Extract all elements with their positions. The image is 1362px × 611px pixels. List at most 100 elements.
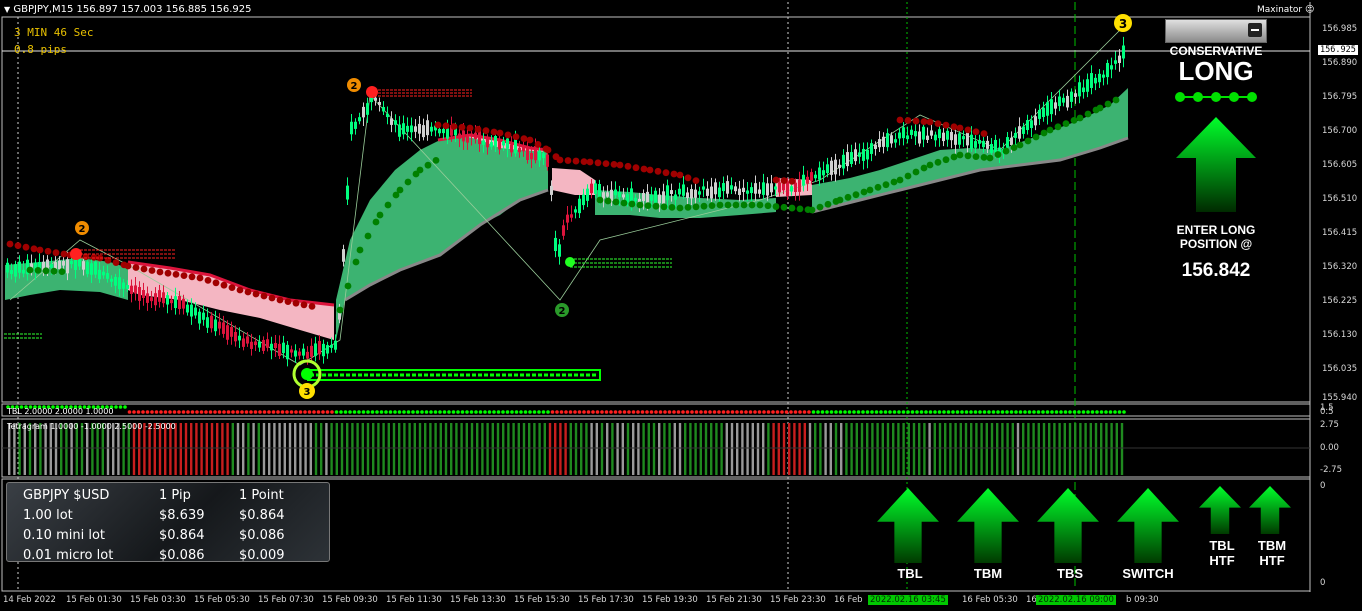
tbl-dot	[784, 410, 789, 414]
tbl-dot	[190, 410, 195, 414]
trend-dot	[52, 249, 60, 257]
candle-body	[966, 132, 969, 146]
tetragram-bar	[1068, 423, 1072, 475]
tbl-dot	[496, 410, 501, 414]
minimize-button[interactable]	[1248, 23, 1262, 37]
tbl-dot	[744, 410, 748, 414]
bottom-axis-top: 0	[1320, 481, 1326, 491]
candle-body	[58, 260, 61, 270]
tbl-dot	[1122, 410, 1126, 414]
smiley-icon: ☺	[1304, 5, 1315, 15]
trend-dot	[956, 151, 964, 159]
tbl-dot	[1005, 410, 1009, 414]
tetragram-bar	[975, 423, 978, 475]
trend-dot	[740, 201, 748, 209]
candle-body	[174, 296, 177, 309]
trend-dot	[950, 153, 958, 161]
tetragram-bar	[361, 423, 364, 475]
time-tick-label: 15 Feb 05:30	[194, 595, 250, 605]
trend-dot	[34, 267, 42, 274]
candle-body	[1074, 93, 1077, 97]
tetragram-bar	[564, 423, 567, 475]
tetragram-bar	[1074, 423, 1077, 475]
trend-dot	[890, 178, 898, 186]
dropdown-icon[interactable]: ▼	[4, 5, 10, 14]
candle-body	[366, 103, 369, 115]
candle-body	[66, 259, 69, 274]
candle-body	[630, 188, 633, 203]
pip-table-row: 0.10 mini lot $0.864 $0.086	[23, 526, 319, 546]
trend-dot	[458, 123, 466, 131]
tbl-dot	[429, 410, 433, 414]
tetragram-bar	[647, 423, 650, 475]
trend-dot	[764, 202, 772, 210]
candle-body	[294, 350, 297, 357]
tetragram-bar	[616, 423, 619, 475]
candle-body	[746, 190, 749, 194]
trend-dot	[276, 296, 284, 304]
candle-body	[710, 186, 713, 199]
tetragram-bar	[632, 423, 635, 475]
tbl-dot	[478, 410, 483, 414]
trend-dot	[926, 118, 934, 126]
tbl-dot	[271, 410, 276, 414]
pip-value-panel: GBPJPY $USD 1 Pip 1 Point 1.00 lot $8.63…	[6, 482, 330, 563]
tetragram-bar	[1016, 423, 1020, 475]
tetragram-bar	[377, 423, 380, 475]
candle-body	[1110, 65, 1113, 70]
candle-body	[794, 182, 797, 193]
trend-dot	[1016, 141, 1024, 149]
tbl-dot	[874, 410, 879, 414]
trend-dot	[344, 282, 352, 290]
price-tick-label: 156.225	[1322, 296, 1358, 306]
candle-body	[318, 340, 321, 355]
candle-body	[670, 190, 673, 194]
time-tick-label: 15 Feb 17:30	[578, 595, 634, 605]
tbl-dot	[519, 410, 523, 414]
trend-dot	[632, 164, 640, 172]
candle-body	[222, 322, 225, 334]
tetragram-bar	[288, 423, 292, 475]
candle-body	[130, 285, 133, 294]
tetragram-bar	[195, 423, 198, 475]
up-arrow-icon	[1249, 486, 1291, 534]
trend-dot	[912, 168, 920, 176]
time-tick-label: 15 Feb 21:30	[706, 595, 762, 605]
candle-body	[246, 336, 249, 344]
candle-body	[210, 315, 213, 329]
tbl-dot	[892, 410, 897, 414]
candle-body	[1014, 132, 1017, 138]
candle-body	[1018, 126, 1021, 139]
tetragram-bar	[268, 423, 271, 475]
candle-body	[714, 182, 717, 195]
tbl-dot	[919, 410, 924, 414]
tbl-dot	[775, 410, 780, 414]
tbl-dot	[672, 410, 676, 414]
tetragram-bar	[990, 423, 994, 475]
trend-dot	[934, 120, 942, 127]
trend-dot	[942, 156, 950, 164]
dashboard-minimize-bar[interactable]	[1165, 19, 1267, 43]
tetragram-bar	[434, 423, 437, 475]
tetragram-bar	[933, 423, 936, 475]
trend-dot	[252, 290, 260, 298]
tetragram-bar	[216, 423, 219, 475]
tetragram-bar	[460, 423, 463, 475]
tetragram-bar	[756, 423, 760, 475]
up-arrow-icon	[877, 488, 939, 563]
tbl-dot	[1099, 410, 1104, 414]
tbl-dot	[888, 410, 892, 414]
tbl-dot	[649, 410, 654, 414]
trend-dot	[482, 127, 490, 135]
tbl-dot	[1117, 410, 1122, 414]
trend-dot	[964, 152, 972, 160]
candle-body	[910, 129, 913, 135]
trend-dot	[396, 186, 404, 194]
candle-body	[858, 152, 861, 157]
tbl-dot	[213, 410, 217, 414]
candle-body	[214, 319, 217, 332]
candle-body	[894, 139, 897, 143]
candle-body	[598, 183, 601, 199]
tbl-dot	[834, 410, 838, 414]
tbl-dot	[402, 410, 406, 414]
